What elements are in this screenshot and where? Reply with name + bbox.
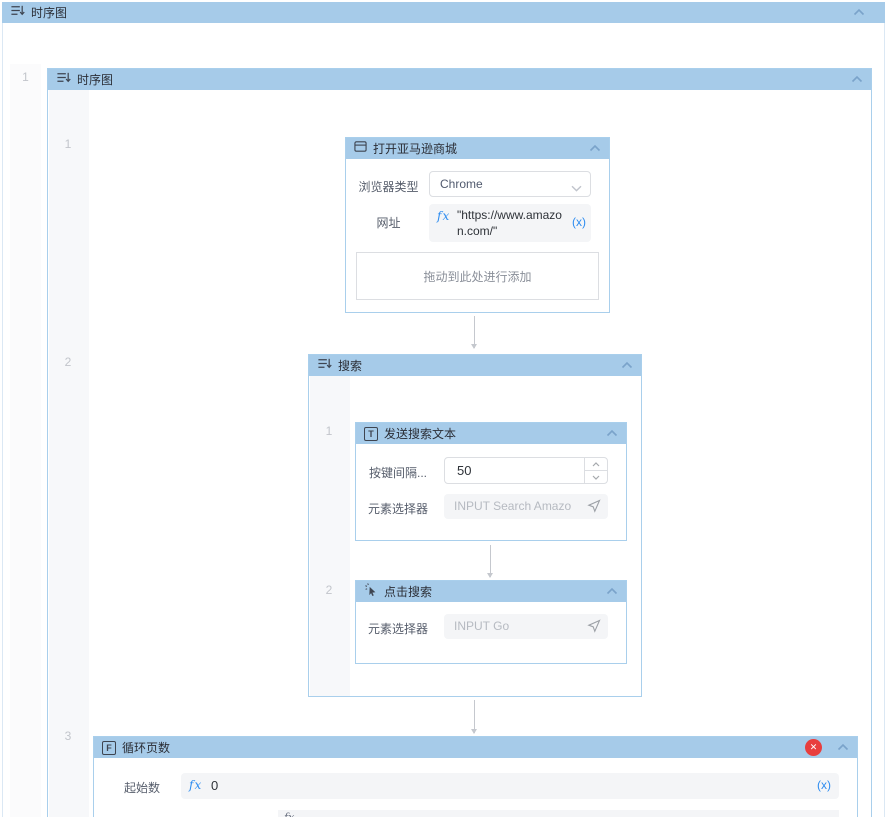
sequence-icon (317, 356, 332, 376)
search-header[interactable]: 搜索 (309, 355, 641, 376)
element-selector-label: 元素选择器 (367, 502, 428, 516)
partial-expression-field[interactable]: fx (278, 810, 839, 817)
sequence-row-number: 3 (64, 729, 72, 743)
fx-icon: fx (189, 778, 203, 792)
cursor-click-icon (364, 582, 378, 601)
url-label: 网址 (376, 216, 401, 230)
element-selector-value: INPUT Go (454, 619, 510, 633)
clear-x-button[interactable]: (x) (817, 778, 831, 792)
element-selector-value: INPUT Search Amazo (454, 499, 572, 513)
element-selector-label: 元素选择器 (367, 622, 428, 636)
click-search-title: 点击搜索 (384, 585, 433, 599)
fx-icon: fx (437, 209, 451, 223)
collapse-chevron-icon[interactable] (621, 361, 633, 369)
stepper-up-button[interactable] (585, 458, 607, 471)
send-search-text-block: T 发送搜索文本 按键间隔... 50 元素选择器 INPUT Search A… (355, 422, 627, 541)
top-sequence-header[interactable]: 时序图 (2, 2, 885, 23)
loop-pages-block: F 循环页数 ✕ 起始数 fx 0 (x) fx (93, 736, 858, 817)
pick-element-icon[interactable] (587, 619, 601, 633)
browser-type-select[interactable]: Chrome (429, 171, 591, 197)
browser-type-label: 浏览器类型 (358, 180, 419, 194)
chevron-down-icon (571, 181, 582, 195)
workflow-canvas: 时序图 1 时序图 1 2 3 打开亚马逊商城 浏览器类型 Chrome 网址 … (0, 0, 889, 817)
browser-type-value: Chrome (440, 177, 483, 191)
flow-arrow (471, 316, 477, 349)
flow-arrow (487, 545, 493, 578)
key-interval-input[interactable]: 50 (444, 457, 608, 484)
loop-pages-header[interactable]: F 循环页数 ✕ (94, 737, 857, 758)
open-amazon-header[interactable]: 打开亚马逊商城 (346, 138, 609, 159)
search-row-number: 2 (325, 583, 333, 597)
search-title: 搜索 (338, 359, 363, 373)
url-value: "https://www.amazon.com/" (457, 208, 562, 238)
drop-zone-text: 拖动到此处进行添加 (423, 269, 532, 284)
start-number-label: 起始数 (123, 781, 160, 795)
sequence-icon (56, 70, 71, 90)
collapse-chevron-icon[interactable] (837, 743, 849, 751)
browser-window-icon (354, 140, 367, 158)
element-selector-field[interactable]: INPUT Search Amazo (444, 494, 608, 519)
sequence-row-gutter (49, 90, 89, 817)
sequence-row-number: 1 (64, 137, 72, 151)
click-search-header[interactable]: 点击搜索 (356, 581, 626, 602)
send-search-text-header[interactable]: T 发送搜索文本 (356, 423, 626, 444)
top-sequence-title: 时序图 (31, 6, 68, 20)
pick-element-icon[interactable] (587, 499, 601, 513)
sequence-block-title: 时序图 (77, 73, 114, 87)
key-interval-value: 50 (457, 463, 472, 478)
number-stepper (584, 458, 607, 483)
collapse-chevron-icon[interactable] (606, 587, 618, 595)
collapse-chevron-icon[interactable] (589, 144, 601, 152)
sequence-icon (10, 3, 25, 23)
collapse-chevron-icon[interactable] (853, 8, 865, 16)
url-expression-field[interactable]: fx "https://www.amazon.com/" (x) (429, 204, 591, 242)
loop-pages-title: 循环页数 (122, 741, 171, 755)
delete-button[interactable]: ✕ (805, 739, 822, 756)
text-input-icon: T (364, 426, 378, 441)
outer-row-number: 1 (22, 70, 29, 84)
drop-zone[interactable]: 拖动到此处进行添加 (356, 252, 599, 300)
element-selector-field[interactable]: INPUT Go (444, 614, 608, 639)
start-number-expression-field[interactable]: fx 0 (x) (181, 773, 839, 799)
start-number-value: 0 (211, 778, 219, 793)
outer-row-gutter (10, 64, 41, 817)
open-amazon-title: 打开亚马逊商城 (373, 142, 458, 156)
fx-icon: fx (284, 811, 294, 817)
sequence-block-header[interactable]: 时序图 (48, 69, 871, 90)
collapse-chevron-icon[interactable] (851, 75, 863, 83)
flow-arrow (471, 700, 477, 734)
send-search-text-title: 发送搜索文本 (384, 427, 457, 441)
stepper-down-button[interactable] (585, 471, 607, 483)
clear-x-button[interactable]: (x) (572, 215, 586, 229)
key-interval-label: 按键间隔... (368, 466, 427, 480)
search-row-number: 1 (325, 424, 333, 438)
loop-icon: F (102, 740, 116, 755)
click-search-block: 点击搜索 元素选择器 INPUT Go (355, 580, 627, 664)
open-amazon-block: 打开亚马逊商城 浏览器类型 Chrome 网址 fx "https://www.… (345, 137, 610, 313)
sequence-row-number: 2 (64, 355, 72, 369)
collapse-chevron-icon[interactable] (606, 429, 618, 437)
